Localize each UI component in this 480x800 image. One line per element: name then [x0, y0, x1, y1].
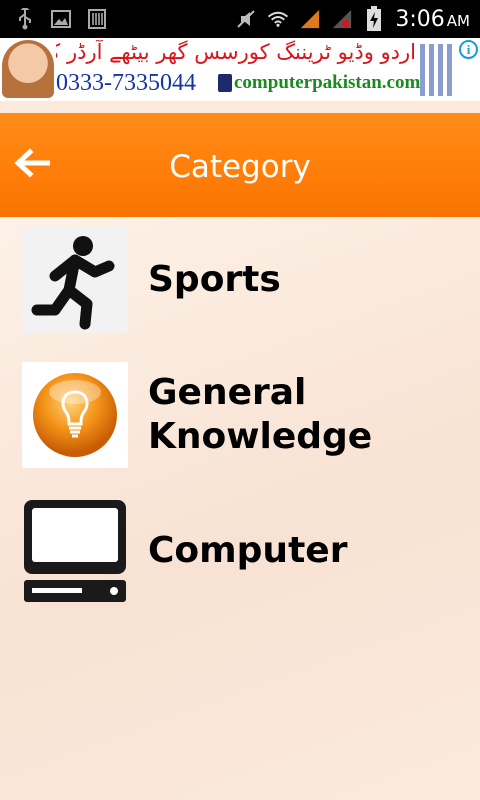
lightbulb-icon	[22, 362, 128, 468]
category-item-general-knowledge[interactable]: General Knowledge	[22, 362, 462, 468]
ad-phone-number: 0333-7335044	[56, 70, 196, 96]
signal-icon	[299, 8, 321, 30]
computer-icon	[22, 498, 128, 604]
category-label: Sports	[148, 259, 281, 300]
status-time: 3:06 AM	[395, 7, 470, 32]
usb-icon	[14, 8, 36, 30]
image-icon	[50, 8, 72, 30]
ad-banner[interactable]: اردو وڈیو ٹریننگ کورسس گھر بیٹھے آرڈر کر…	[0, 38, 480, 101]
ad-product-thumbnails	[420, 44, 456, 96]
barcode-icon	[86, 8, 108, 30]
ad-logo-icon	[218, 74, 232, 92]
ad-info-icon[interactable]: i	[459, 40, 478, 59]
status-time-ampm: AM	[446, 11, 470, 30]
wifi-icon	[267, 8, 289, 30]
signal-error-icon	[331, 8, 353, 30]
ad-headset-woman-image	[2, 40, 54, 98]
status-time-value: 3:06	[395, 6, 445, 32]
status-bar: 3:06 AM	[0, 0, 480, 38]
battery-charging-icon	[363, 6, 385, 31]
mute-icon	[235, 8, 257, 30]
ad-urdu-text: اردو وڈیو ٹریننگ کورسس گھر بیٹھے آرڈر کر…	[56, 40, 416, 64]
running-man-icon	[22, 227, 128, 333]
app-bar: Category	[0, 113, 480, 217]
page-title: Category	[169, 149, 311, 185]
category-list: Sports General Knowledge Computer	[0, 217, 480, 800]
category-item-sports[interactable]: Sports	[22, 227, 462, 333]
ad-website: computerpakistan.com	[234, 72, 421, 93]
category-item-computer[interactable]: Computer	[22, 498, 462, 604]
category-label: General Knowledge	[148, 372, 373, 457]
category-label: Computer	[148, 530, 348, 571]
